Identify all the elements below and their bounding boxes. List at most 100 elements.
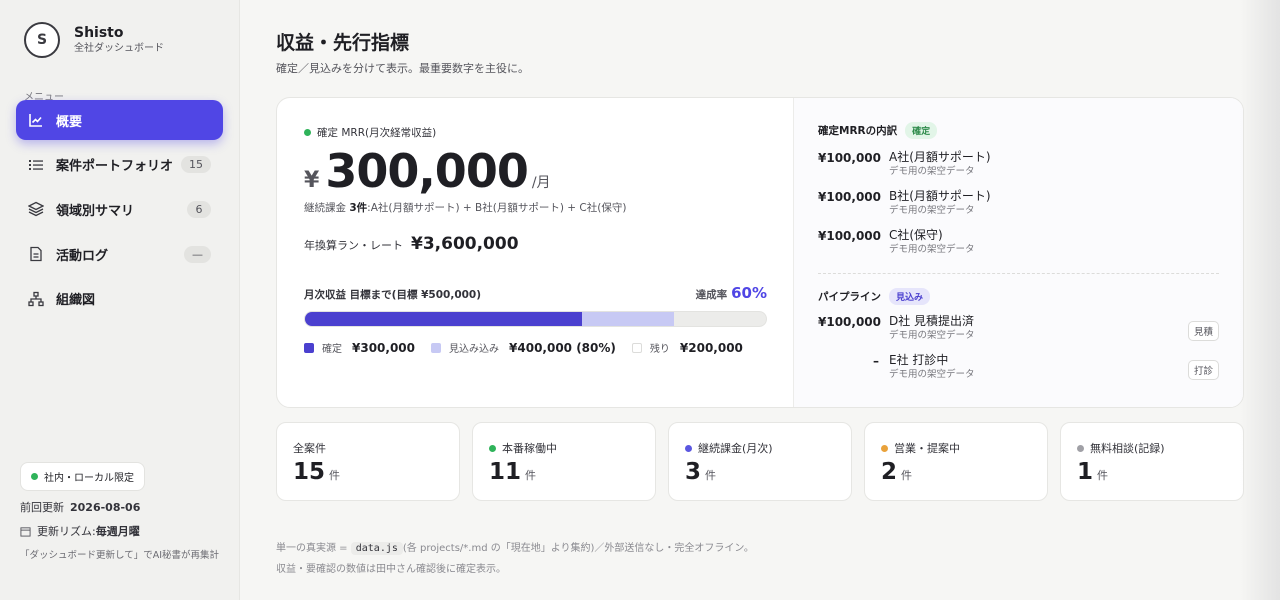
mrr-number: 300,000 [325,144,529,198]
confirmed-tag: 確定 [905,122,938,139]
pipeline-sub: デモ用の架空データ [889,330,975,341]
stat-value: 15 件 [293,459,340,485]
local-only-label: 社内・ローカル限定 [44,473,134,484]
source-note-prefix: 単一の真実源 = [276,543,351,554]
annual-run-rate: 年換算ラン・レート ¥3,600,000 [304,234,519,254]
stat-unit: 件 [525,469,537,482]
stat-value: 1件 [1077,459,1108,485]
legend-label: 確定 [322,344,342,355]
mrr-desc-prefix: 継続課金 [304,202,350,214]
stat-value: 2件 [881,459,912,485]
count-badge: — [184,245,211,263]
stat-label-text: 本番稼働中 [502,442,557,455]
mrr-panel: 確定 MRR(月次経常収益) ¥ 300,000 /月 継続課金 3件:A社(月… [277,98,794,407]
calendar-icon [20,526,31,537]
breakdown-amount: ¥100,000 [818,151,882,165]
sidebar-item-label: 領域別サマリ [56,203,135,219]
breakdown-title-text: 確定MRRの内訳 [818,125,898,137]
pipeline-name: D社 見積提出済 [889,314,975,328]
sidebar-item-label: 組織図 [56,293,96,309]
legend-value: ¥300,000 [352,340,416,355]
stat-card-live[interactable]: 本番稼働中 11 件 [472,422,656,501]
mrr-description: 継続課金 3件:A社(月額サポート) + B社(月額サポート) + C社(保守) [304,200,626,215]
confirmation-note: 収益・要確認の数値は田中さん確認後に確定表示。 [276,564,506,575]
update-rhythm: 更新リズム: 毎週月曜 [20,523,220,539]
pipeline-sub: デモ用の架空データ [889,369,975,380]
stat-label: 営業・提案中 [881,440,960,456]
sidebar-item-activity-log[interactable]: 活動ログ — [16,234,223,274]
stat-label: 無料相談(記録) [1077,440,1165,456]
update-rhythm-value: 毎週月曜 [95,525,140,538]
sidebar-item-overview[interactable]: 概要 [16,100,223,140]
stat-label-text: 無料相談(記録) [1090,442,1165,455]
stat-number: 3 [685,459,702,485]
page-title: 収益・先行指標 [276,32,410,54]
stat-card-recurring[interactable]: 継続課金(月次) 3件 [668,422,852,501]
source-note-suffix: (各 projects/*.md の「現在地」より集約)／外部送信なし・完全オフ… [402,543,754,554]
sidebar-item-label: 活動ログ [56,248,109,264]
layers-icon [28,201,44,217]
local-only-badge: 社内・ローカル限定 [20,462,145,491]
stat-label-text: 継続課金(月次) [698,442,773,455]
stat-number: 11 [489,459,522,485]
breakdown-sub: デモ用の架空データ [889,166,975,177]
app-window: S Shisto 全社ダッシュボード メニュー 概要 案件ポートフォリオ 15 [0,0,1280,600]
stat-label: 全案件 [293,440,326,456]
sidebar-footer: 社内・ローカル限定 前回更新 2026-08-06 更新リズム: 毎週月曜 「ダッ… [20,462,220,563]
progress-legend: 確定 ¥300,000 見込み込み ¥400,000 (80%) 残り ¥200… [304,340,759,355]
legend-label: 残り [649,344,670,355]
brand-text: Shisto 全社ダッシュボード [74,24,164,56]
stat-card-all-projects[interactable]: 全案件 15 件 [276,422,460,501]
stat-number: 15 [293,459,326,485]
pipeline-amount: ¥100,000 [818,315,882,329]
sidebar-item-domain-summary[interactable]: 領域別サマリ 6 [16,189,223,229]
status-dot-icon [881,444,888,452]
status-dot-icon [304,129,311,136]
legend-remaining: 残り ¥200,000 [631,340,743,355]
footer-notes: 単一の真実源 = data.js (各 projects/*.md の「現在地」よ… [276,538,754,580]
sidebar-item-portfolio[interactable]: 案件ポートフォリオ 15 [16,145,223,185]
revenue-card: 確定 MRR(月次経常収益) ¥ 300,000 /月 継続課金 3件:A社(月… [276,97,1244,408]
source-note: 単一の真実源 = data.js (各 projects/*.md の「現在地」よ… [276,538,754,559]
stat-card-free-consult[interactable]: 無料相談(記録) 1件 [1060,422,1244,501]
run-rate-value: ¥3,600,000 [411,234,519,254]
legend-label: 見込み込み [449,344,500,355]
document-icon [28,246,44,262]
breakdown-amount: ¥100,000 [818,229,882,243]
breakdown-sub: デモ用の架空データ [889,205,975,216]
legend-pending: 見込み込み ¥400,000 (80%) [431,340,616,355]
stat-number: 1 [1077,459,1094,485]
breakdown-item[interactable]: ¥100,000 B社(月額サポート) デモ用の架空データ [818,188,1219,218]
source-file-code: data.js [350,542,403,555]
pipeline-item[interactable]: – E社 打診中 デモ用の架空データ 打診 [818,352,1219,382]
chart-line-icon [28,112,44,128]
ai-refresh-note: 「ダッシュボード更新して」でAI秘書が再集計 [20,550,220,561]
status-dot-icon [685,444,692,452]
goal-progress-bar [304,311,767,327]
pipeline-title-text: パイプライン [818,291,881,303]
status-dot-icon [489,444,496,452]
stat-card-sales[interactable]: 営業・提案中 2件 [864,422,1048,501]
breakdown-item[interactable]: ¥100,000 C社(保守) デモ用の架空データ [818,227,1219,257]
legend-value: ¥400,000 (80%) [509,340,616,355]
mrr-value: ¥ 300,000 /月 [304,144,551,198]
stat-unit: 件 [1097,469,1109,482]
sidebar-item-label: 案件ポートフォリオ [56,159,174,175]
breakdown-item[interactable]: ¥100,000 A社(月額サポート) デモ用の架空データ [818,149,1219,179]
status-dot-icon [31,473,38,480]
stat-number: 2 [881,459,898,485]
brand[interactable]: S Shisto 全社ダッシュボード [24,22,164,58]
pending-tag: 見込み [889,288,931,305]
last-updated-label: 前回更新 [20,501,64,514]
sidebar-item-org-chart[interactable]: 組織図 [16,279,223,319]
pipeline-amount: – [873,354,879,368]
pipeline-item[interactable]: ¥100,000 D社 見積提出済 デモ用の架空データ 見積 [818,313,1219,343]
goal-label: 月次収益 目標まで(目標 ¥500,000) [304,289,482,301]
legend-confirmed: 確定 ¥300,000 [304,340,415,355]
mrr-label-text: 確定 MRR(月次経常収益) [317,127,437,139]
stat-unit: 件 [705,469,717,482]
org-chart-icon [28,291,44,307]
brand-name: Shisto [74,25,124,41]
status-dot-icon [1077,444,1084,452]
mrr-breakdown: 確定MRRの内訳 確定 ¥100,000 A社(月額サポート) デモ用の架空データ… [818,122,1219,257]
